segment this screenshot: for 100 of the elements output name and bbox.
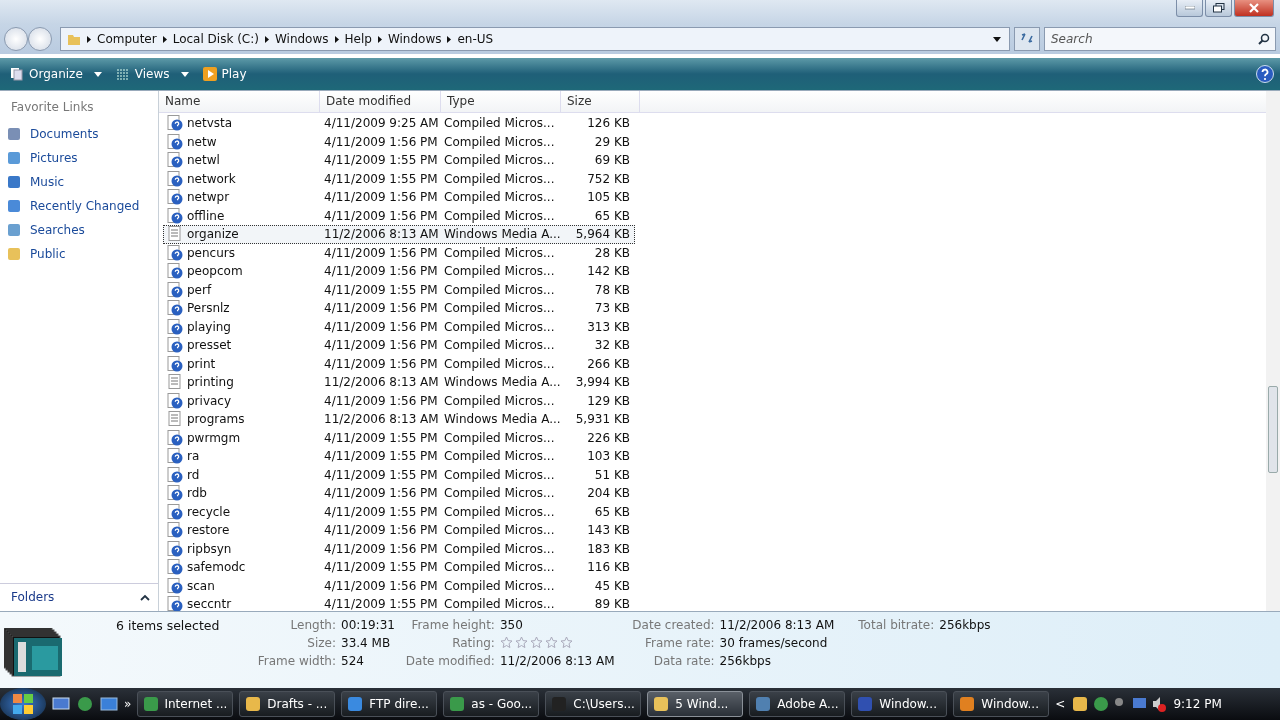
sidebar-item[interactable]: Public	[0, 242, 158, 266]
file-row[interactable]: netvsta 4/11/2009 9:25 AM Compiled Micros... 126 KB	[163, 114, 635, 133]
table-cell-text: 4/11/2009 1:55 PM	[323, 467, 439, 482]
file-row[interactable]: restore 4/11/2009 1:56 PM Compiled Micros... 143 KB	[163, 521, 635, 540]
restore-button[interactable]	[1205, 0, 1232, 17]
desktop-icon[interactable]	[52, 696, 70, 712]
file-row[interactable]: print 4/11/2009 1:56 PM Compiled Micros... 266 KB	[163, 354, 635, 373]
dropdown-icon[interactable]	[993, 36, 1001, 42]
help-file-icon	[167, 485, 183, 502]
file-row[interactable]: netw 4/11/2009 1:56 PM Compiled Micros... 29 KB	[163, 132, 635, 151]
table-cell-text: 51 KB	[593, 467, 631, 482]
breadcrumb[interactable]: Windows	[387, 32, 442, 46]
file-row[interactable]: printing 11/2/2006 8:13 AM Windows Media A... 3,994 KB	[163, 373, 635, 392]
taskbar-button[interactable]: FTP dire...	[341, 691, 438, 717]
file-row[interactable]: peopcom 4/11/2009 1:56 PM Compiled Micros... 142 KB	[163, 262, 635, 281]
table-cell-text: 4/11/2009 1:55 PM	[323, 597, 439, 611]
help-icon[interactable]	[1256, 65, 1274, 83]
back-button[interactable]	[4, 27, 28, 51]
sidebar-item[interactable]: Documents	[0, 122, 158, 146]
file-row[interactable]: rdb 4/11/2009 1:56 PM Compiled Micros... 204 KB	[163, 484, 635, 503]
taskbar-button[interactable]: Window...	[953, 691, 1050, 717]
table-cell-text: 4/11/2009 9:25 AM	[323, 116, 440, 131]
file-row[interactable]: ripbsyn 4/11/2009 1:56 PM Compiled Micros... 183 KB	[163, 539, 635, 558]
taskbar-button[interactable]: Drafts - ...	[239, 691, 336, 717]
search-field[interactable]: Search	[1044, 27, 1276, 51]
refresh-button[interactable]	[1014, 27, 1040, 51]
file-row[interactable]: network 4/11/2009 1:55 PM Compiled Micros... 752 KB	[163, 169, 635, 188]
file-row[interactable]: offline 4/11/2009 1:56 PM Compiled Micros... 65 KB	[163, 206, 635, 225]
link-icon	[6, 126, 22, 142]
column-header[interactable]: Date modified	[320, 91, 441, 112]
tray-expand-button[interactable]: <	[1055, 697, 1066, 711]
file-row[interactable]: privacy 4/11/2009 1:56 PM Compiled Micros... 129 KB	[163, 391, 635, 410]
column-header[interactable]: Size	[561, 91, 640, 112]
file-row[interactable]: programs 11/2/2006 8:13 AM Windows Media A... 5,931 KB	[163, 410, 635, 429]
sidebar-item[interactable]: Recently Changed	[0, 194, 158, 218]
close-button[interactable]	[1234, 0, 1274, 17]
rating-stars[interactable]	[499, 636, 573, 651]
file-row[interactable]: organize 11/2/2006 8:13 AM Windows Media A... 5,964 KB	[163, 225, 635, 244]
file-row[interactable]: pencurs 4/11/2009 1:56 PM Compiled Micros... 28 KB	[163, 243, 635, 262]
help-file-icon	[167, 392, 183, 409]
taskbar-button[interactable]: C:\Users...	[545, 691, 642, 717]
breadcrumb[interactable]: Help	[344, 32, 372, 46]
clock[interactable]: 9:12 PM	[1173, 697, 1222, 711]
address-bar[interactable]: Computer Local Disk (C:) Windows Help Windows en-US	[60, 27, 1010, 51]
table-cell-text: 4/11/2009 1:56 PM	[323, 190, 439, 205]
forward-button[interactable]	[28, 27, 52, 51]
breadcrumb[interactable]: en-US	[457, 32, 494, 46]
taskbar-button[interactable]: 5 Wind...	[647, 691, 744, 717]
help-file-icon	[167, 522, 183, 539]
organize-button[interactable]: Organize	[6, 64, 106, 84]
window-icon[interactable]	[100, 696, 118, 712]
file-row[interactable]: netwpr 4/11/2009 1:56 PM Compiled Micros... 105 KB	[163, 188, 635, 207]
file-row[interactable]: pwrmgm 4/11/2009 1:55 PM Compiled Micros... 226 KB	[163, 428, 635, 447]
file-row[interactable]: Persnlz 4/11/2009 1:56 PM Compiled Micros... 73 KB	[163, 299, 635, 318]
file-row[interactable]: playing 4/11/2009 1:56 PM Compiled Micros... 313 KB	[163, 317, 635, 336]
taskbar-button[interactable]: Internet ...	[137, 691, 234, 717]
file-row[interactable]: scan 4/11/2009 1:56 PM Compiled Micros... 45 KB	[163, 576, 635, 595]
sidebar-item[interactable]: Searches	[0, 218, 158, 242]
file-row[interactable]: netwl 4/11/2009 1:55 PM Compiled Micros... 69 KB	[163, 151, 635, 170]
table-cell-text: 65 KB	[593, 504, 631, 519]
table-cell-text: 143 KB	[586, 523, 631, 538]
views-button[interactable]: Views	[111, 64, 193, 84]
table-cell-text: 11/2/2006 8:13 AM	[323, 227, 440, 242]
table-cell-text: 103 KB	[586, 449, 631, 464]
taskbar-button[interactable]: as - Goo...	[443, 691, 540, 717]
help-file-icon	[167, 503, 183, 520]
more-button[interactable]: »	[124, 697, 132, 711]
breadcrumb[interactable]: Local Disk (C:)	[172, 32, 259, 46]
table-cell-text: Compiled Micros...	[443, 190, 556, 205]
breadcrumb[interactable]: Computer	[97, 32, 157, 46]
file-row[interactable]: ra 4/11/2009 1:55 PM Compiled Micros... 103 KB	[163, 447, 635, 466]
file-row[interactable]: safemodc 4/11/2009 1:55 PM Compiled Micros... 116 KB	[163, 558, 635, 577]
table-cell-text: Compiled Micros...	[443, 153, 556, 168]
table-cell-text: 11/2/2006 8:13 AM	[323, 375, 440, 390]
table-cell-text: Compiled Micros...	[443, 116, 556, 131]
chevron-icon	[447, 35, 452, 43]
table-cell-text: Compiled Micros...	[443, 171, 556, 186]
globe-icon[interactable]	[76, 696, 94, 712]
start-button[interactable]	[0, 688, 46, 720]
file-row[interactable]: seccntr 4/11/2009 1:55 PM Compiled Micros... 89 KB	[163, 595, 635, 611]
sidebar-item[interactable]: Music	[0, 170, 158, 194]
file-name: safemodc	[187, 560, 246, 575]
taskbar-button[interactable]: Adobe A...	[749, 691, 846, 717]
play-button[interactable]: Play	[198, 64, 251, 84]
file-row[interactable]: recycle 4/11/2009 1:55 PM Compiled Micros... 65 KB	[163, 502, 635, 521]
file-row[interactable]: rd 4/11/2009 1:55 PM Compiled Micros... 51 KB	[163, 465, 635, 484]
sidebar-item[interactable]: Pictures	[0, 146, 158, 170]
file-row[interactable]: presset 4/11/2009 1:56 PM Compiled Micros... 32 KB	[163, 336, 635, 355]
file-row[interactable]: perf 4/11/2009 1:55 PM Compiled Micros... 78 KB	[163, 280, 635, 299]
column-header[interactable]: Name	[159, 91, 320, 112]
property-label: Frame rate:	[643, 636, 715, 651]
column-header[interactable]: Type	[441, 91, 561, 112]
breadcrumb[interactable]: Windows	[274, 32, 329, 46]
scrollbar[interactable]	[1266, 91, 1280, 611]
table-cell-text: 4/11/2009 1:56 PM	[323, 338, 439, 353]
table-cell-text: 65 KB	[593, 208, 631, 223]
tray-icons-drawing[interactable]	[1071, 695, 1168, 713]
taskbar-button[interactable]: Window...	[851, 691, 948, 717]
property-value: 00:19:31	[341, 618, 395, 633]
table-cell-text: 4/11/2009 1:56 PM	[323, 356, 439, 371]
